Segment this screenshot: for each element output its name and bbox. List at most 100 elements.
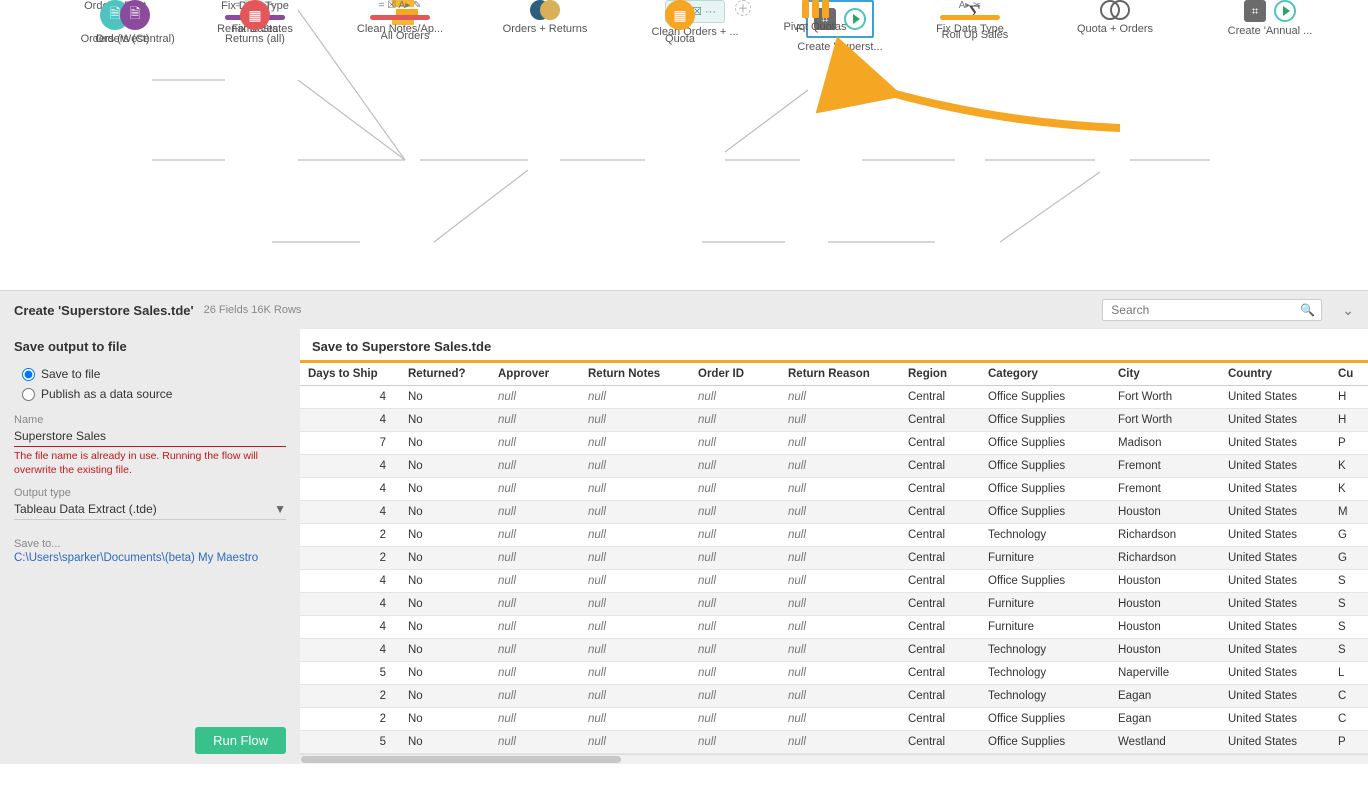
radio-publish[interactable]: Publish as a data source <box>22 387 286 401</box>
node-pivot-quotas[interactable]: Pivot Quotas <box>770 0 860 33</box>
column-header[interactable]: Category <box>980 363 1110 386</box>
column-header[interactable]: City <box>1110 363 1220 386</box>
collapse-icon[interactable]: ⌄ <box>1342 302 1354 319</box>
node-create-annual[interactable]: ⌗ Create 'Annual ... <box>1210 0 1330 37</box>
details-meta: 26 Fields 16K Rows <box>204 304 302 316</box>
table-cell: 5 <box>300 731 400 754</box>
table-cell: Technology <box>980 524 1110 547</box>
table-cell: null <box>580 731 690 754</box>
column-header[interactable]: Return Notes <box>580 363 690 386</box>
table-cell: Madison <box>1110 432 1220 455</box>
table-cell: 2 <box>300 547 400 570</box>
table-cell: United States <box>1220 708 1330 731</box>
table-cell: null <box>690 570 780 593</box>
node-returns-all[interactable]: ▦ Returns (all) <box>210 0 300 45</box>
table-row[interactable]: 4NonullnullnullnullCentralFurnitureHoust… <box>300 616 1368 639</box>
column-header[interactable]: Returned? <box>400 363 490 386</box>
join-icon <box>530 0 560 20</box>
table-cell: null <box>490 639 580 662</box>
table-row[interactable]: 5NonullnullnullnullCentralOffice Supplie… <box>300 731 1368 754</box>
table-cell: null <box>580 501 690 524</box>
table-row[interactable]: 2NonullnullnullnullCentralTechnologyRich… <box>300 524 1368 547</box>
table-row[interactable]: 4NonullnullnullnullCentralOffice Supplie… <box>300 409 1368 432</box>
table-row[interactable]: 4NonullnullnullnullCentralOffice Supplie… <box>300 501 1368 524</box>
table-cell: Central <box>900 593 980 616</box>
table-cell: null <box>580 524 690 547</box>
table-row[interactable]: 4NonullnullnullnullCentralFurnitureHoust… <box>300 593 1368 616</box>
add-step-button[interactable]: ＋ <box>735 0 751 16</box>
table-cell: null <box>580 570 690 593</box>
node-orders-central[interactable]: 🗎 Orders (Central) <box>90 0 180 45</box>
table-cell: Technology <box>980 662 1110 685</box>
table-cell: null <box>690 708 780 731</box>
table-cell: Richardson <box>1110 547 1220 570</box>
table-cell: United States <box>1220 662 1330 685</box>
table-cell: null <box>780 478 900 501</box>
node-label: Create 'Annual ... <box>1228 25 1313 37</box>
table-cell: Office Supplies <box>980 501 1110 524</box>
column-header[interactable]: Approver <box>490 363 580 386</box>
column-header[interactable]: Cu <box>1330 363 1368 386</box>
table-cell: No <box>400 685 490 708</box>
table-cell: null <box>690 593 780 616</box>
table-cell: Central <box>900 616 980 639</box>
column-header[interactable]: Order ID <box>690 363 780 386</box>
save-path[interactable]: C:\Users\sparker\Documents\(beta) My Mae… <box>14 550 286 564</box>
table-cell: No <box>400 386 490 409</box>
node-label: Clean Notes/Ap... <box>357 23 443 35</box>
name-input[interactable] <box>14 426 286 447</box>
table-cell: Central <box>900 662 980 685</box>
column-header[interactable]: Region <box>900 363 980 386</box>
table-cell: null <box>580 593 690 616</box>
table-cell: S <box>1330 639 1368 662</box>
preview-grid-panel: Save to Superstore Sales.tde Days to Shi… <box>300 329 1368 764</box>
node-quota-orders[interactable]: Quota + Orders <box>1070 0 1160 35</box>
table-cell: United States <box>1220 570 1330 593</box>
table-cell: Central <box>900 708 980 731</box>
run-flow-button[interactable]: Run Flow <box>195 727 286 754</box>
table-cell: 2 <box>300 524 400 547</box>
table-row[interactable]: 4NonullnullnullnullCentralTechnologyHous… <box>300 639 1368 662</box>
table-cell: null <box>490 662 580 685</box>
table-row[interactable]: 7NonullnullnullnullCentralOffice Supplie… <box>300 432 1368 455</box>
node-orders-returns[interactable]: Orders + Returns <box>500 0 590 35</box>
table-row[interactable]: 4NonullnullnullnullCentralOffice Supplie… <box>300 455 1368 478</box>
table-cell: No <box>400 570 490 593</box>
node-quota[interactable]: ▦ Quota <box>635 0 725 45</box>
node-fix-data-type-2[interactable]: A▸ ✂ Fix Data Type <box>925 0 1015 35</box>
table-cell: null <box>580 455 690 478</box>
table-cell: null <box>780 731 900 754</box>
radio-save-to-file[interactable]: Save to file <box>22 367 286 381</box>
table-cell: H <box>1330 409 1368 432</box>
table-cell: S <box>1330 616 1368 639</box>
table-cell: Office Supplies <box>980 708 1110 731</box>
search-field[interactable] <box>1109 302 1300 318</box>
table-row[interactable]: 2NonullnullnullnullCentralTechnologyEaga… <box>300 685 1368 708</box>
table-cell: No <box>400 731 490 754</box>
output-type-select[interactable]: Tableau Data Extract (.tde) ▼ <box>14 499 286 520</box>
column-header[interactable]: Days to Ship <box>300 363 400 386</box>
table-row[interactable]: 2NonullnullnullnullCentralOffice Supplie… <box>300 708 1368 731</box>
search-input[interactable]: 🔍 <box>1102 299 1322 321</box>
preview-grid[interactable]: Days to ShipReturned?ApproverReturn Note… <box>300 363 1368 754</box>
table-cell: Central <box>900 455 980 478</box>
flow-canvas[interactable]: Orders_East Fix Data Type 🗎 Orders (West… <box>0 0 1368 290</box>
table-row[interactable]: 2NonullnullnullnullCentralFurnitureRicha… <box>300 547 1368 570</box>
step-ops: A▸ ✂ <box>959 0 982 12</box>
run-step-icon[interactable] <box>1274 0 1296 22</box>
horizontal-scrollbar[interactable] <box>300 754 1368 764</box>
table-cell: Central <box>900 432 980 455</box>
node-clean-notes[interactable]: = ☒ A▸ ✎ Clean Notes/Ap... <box>355 0 445 35</box>
table-row[interactable]: 4NonullnullnullnullCentralOffice Supplie… <box>300 570 1368 593</box>
table-row[interactable]: 4NonullnullnullnullCentralOffice Supplie… <box>300 478 1368 501</box>
table-cell: Central <box>900 731 980 754</box>
column-header[interactable]: Return Reason <box>780 363 900 386</box>
column-header[interactable]: Country <box>1220 363 1330 386</box>
table-cell: 4 <box>300 501 400 524</box>
name-warning: The file name is already in use. Running… <box>14 450 286 477</box>
table-row[interactable]: 5NonullnullnullnullCentralTechnologyNape… <box>300 662 1368 685</box>
table-row[interactable]: 4NonullnullnullnullCentralOffice Supplie… <box>300 386 1368 409</box>
table-cell: null <box>580 639 690 662</box>
table-cell: Eagan <box>1110 708 1220 731</box>
table-cell: C <box>1330 685 1368 708</box>
